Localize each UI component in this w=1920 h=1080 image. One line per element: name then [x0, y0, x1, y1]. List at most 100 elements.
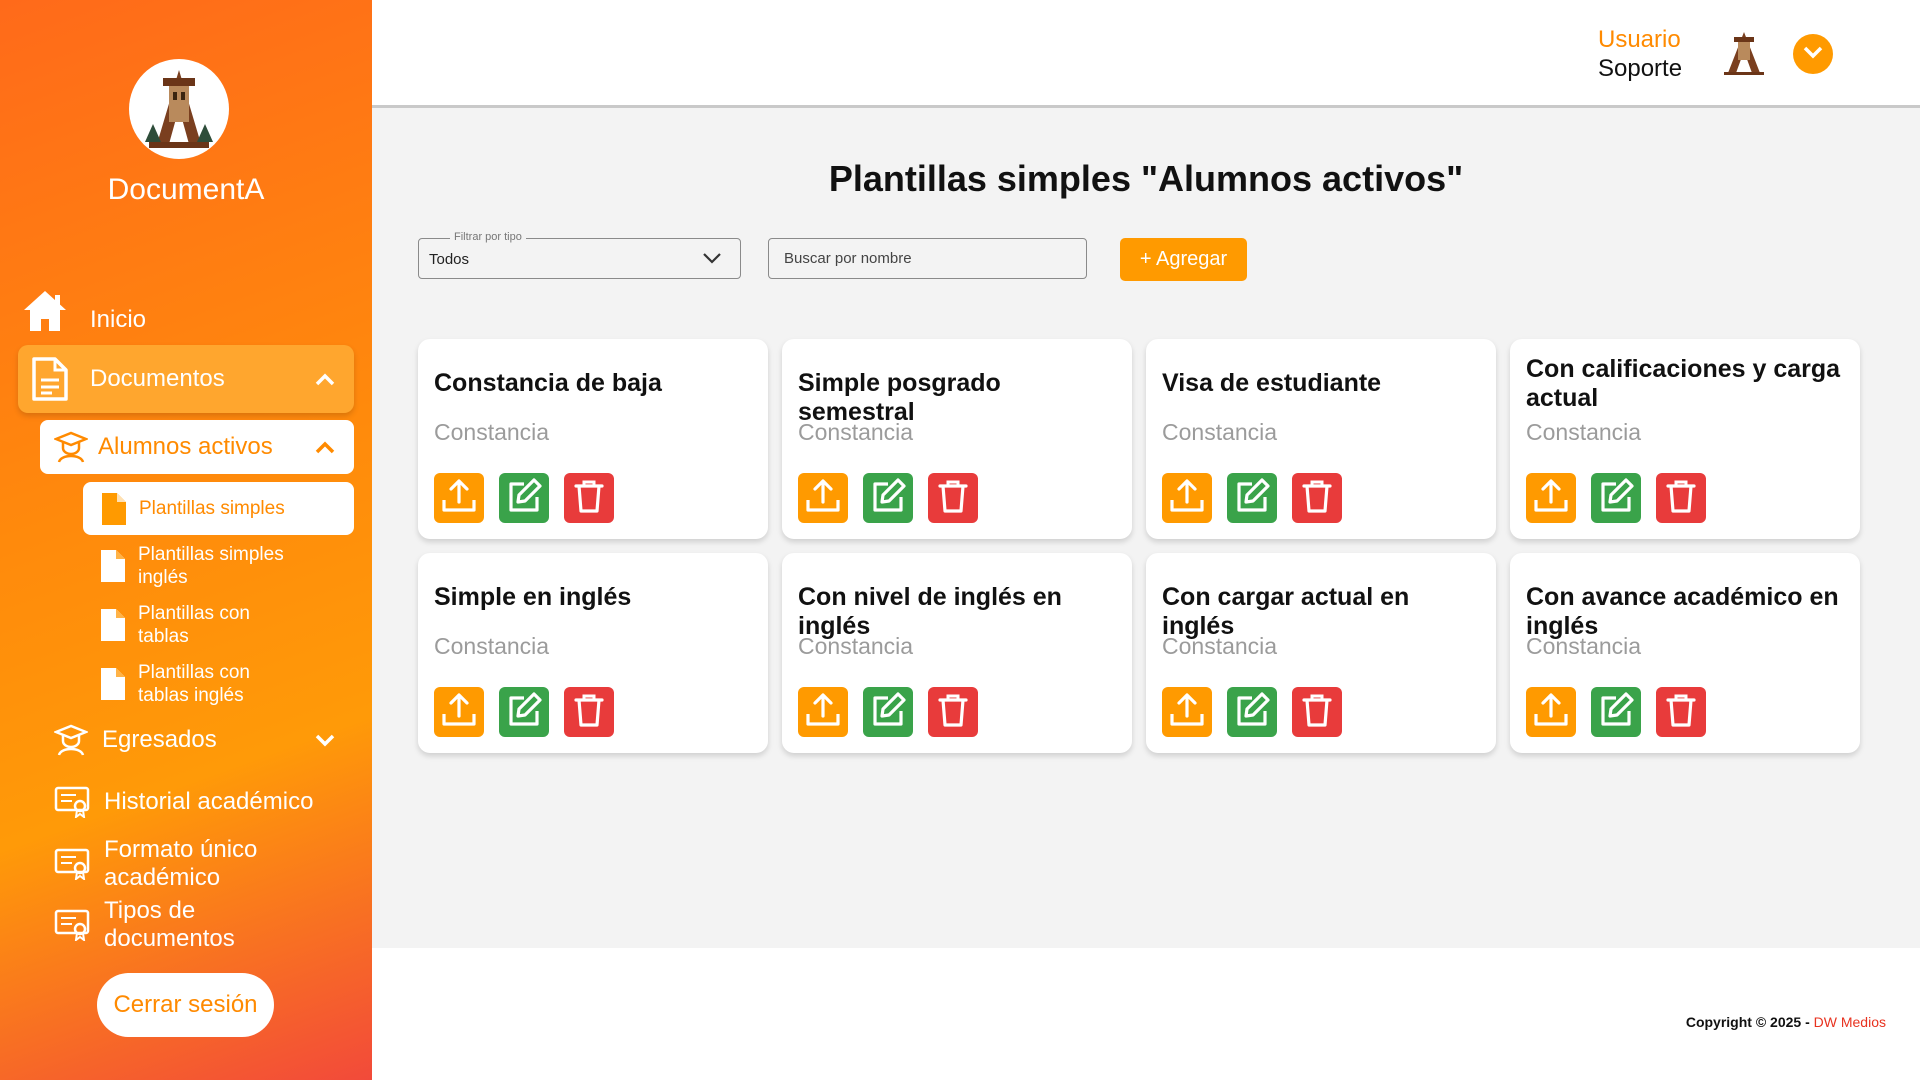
nav-tipos-documentos[interactable]: Tipos de documentos: [54, 897, 264, 953]
copyright-text: Copyright © 2025 -: [1685, 1014, 1814, 1030]
nav-formato-unico[interactable]: Formato único académico: [54, 836, 284, 892]
top-header: [372, 0, 1920, 108]
edit-button[interactable]: [1227, 687, 1277, 737]
edit-button[interactable]: [863, 687, 913, 737]
card-actions: [434, 687, 614, 737]
trash-icon: [937, 478, 969, 519]
edit-icon: [868, 476, 908, 521]
delete-button[interactable]: [1656, 687, 1706, 737]
nav-plantillas-con-tablas[interactable]: Plantillas con tablas: [100, 602, 278, 648]
file-icon: [100, 549, 126, 583]
upload-button[interactable]: [798, 473, 848, 523]
card-type: Constancia: [1526, 419, 1642, 445]
trash-icon: [573, 692, 605, 733]
upload-button[interactable]: [1162, 687, 1212, 737]
nav-inicio[interactable]: Inicio: [22, 288, 146, 334]
edit-icon: [868, 690, 908, 735]
upload-button[interactable]: [798, 687, 848, 737]
chevron-down-icon: [702, 251, 722, 270]
filter-select[interactable]: Todos: [418, 238, 741, 279]
file-icon: [100, 608, 126, 642]
page-title: Plantillas simples "Alumnos activos": [828, 158, 1464, 199]
edit-button[interactable]: [499, 473, 549, 523]
user-role: Usuario: [1598, 26, 1681, 53]
nav-alumnos-label: Alumnos activos: [98, 433, 273, 460]
search-input[interactable]: [768, 238, 1087, 279]
nav-plantillas-simples-ingles[interactable]: Plantillas simples inglés: [100, 543, 308, 589]
upload-button[interactable]: [1526, 473, 1576, 523]
upload-icon: [1531, 476, 1571, 521]
nav-egresados[interactable]: Egresados: [54, 724, 354, 756]
card-actions: [1162, 473, 1342, 523]
template-card: Simple posgrado semestral Constancia: [782, 339, 1132, 539]
delete-button[interactable]: [1292, 473, 1342, 523]
delete-button[interactable]: [1656, 473, 1706, 523]
upload-icon: [803, 690, 843, 735]
delete-button[interactable]: [1292, 687, 1342, 737]
user-menu-button[interactable]: [1793, 34, 1833, 74]
template-card: Constancia de baja Constancia: [418, 339, 768, 539]
copyright: Copyright © 2025 - DW Medios: [1686, 1014, 1886, 1030]
trash-icon: [1301, 478, 1333, 519]
card-actions: [798, 473, 978, 523]
trash-icon: [1301, 692, 1333, 733]
delete-button[interactable]: [564, 687, 614, 737]
delete-button[interactable]: [928, 473, 978, 523]
card-type: Constancia: [1162, 633, 1278, 659]
edit-icon: [1232, 476, 1272, 521]
edit-button[interactable]: [1227, 473, 1277, 523]
trash-icon: [1665, 478, 1697, 519]
card-actions: [1526, 473, 1706, 523]
edit-button[interactable]: [1591, 473, 1641, 523]
user-name: Soporte: [1598, 55, 1683, 82]
graduate-icon: [54, 724, 88, 756]
delete-button[interactable]: [928, 687, 978, 737]
upload-icon: [803, 476, 843, 521]
graduate-icon: [54, 431, 88, 463]
nav-plantillas-simples[interactable]: Plantillas simples: [83, 482, 354, 535]
edit-icon: [504, 476, 544, 521]
filter-value: Todos: [429, 251, 470, 268]
submenu-label: Plantillas con tablas inglés: [138, 662, 250, 706]
logout-button[interactable]: Cerrar sesión: [97, 973, 274, 1037]
trash-icon: [573, 478, 605, 519]
certificate-icon: [54, 909, 90, 941]
nav-inicio-label: Inicio: [90, 306, 147, 333]
edit-icon: [504, 690, 544, 735]
delete-button[interactable]: [564, 473, 614, 523]
card-actions: [1526, 687, 1706, 737]
submenu-label: Plantillas simples: [139, 497, 285, 519]
nav-alumnos-activos[interactable]: Alumnos activos: [40, 420, 354, 474]
card-type: Constancia: [1526, 633, 1642, 659]
upload-button[interactable]: [434, 687, 484, 737]
footer-brand-link[interactable]: DW Medios: [1814, 1014, 1886, 1030]
template-card: Visa de estudiante Constancia: [1146, 339, 1496, 539]
upload-icon: [1531, 690, 1571, 735]
edit-icon: [1596, 476, 1636, 521]
home-icon: [22, 289, 68, 333]
upload-icon: [439, 690, 479, 735]
avatar[interactable]: [1720, 29, 1768, 77]
nav-plantillas-con-tablas-ingles[interactable]: Plantillas con tablas inglés: [100, 661, 278, 707]
upload-button[interactable]: [434, 473, 484, 523]
edit-icon: [1596, 690, 1636, 735]
upload-button[interactable]: [1162, 473, 1212, 523]
add-button[interactable]: + Agregar: [1120, 238, 1247, 281]
chevron-up-icon: [314, 365, 336, 393]
edit-button[interactable]: [863, 473, 913, 523]
upload-button[interactable]: [1526, 687, 1576, 737]
app-name: DocumentA: [107, 173, 265, 206]
nav-historial-academico[interactable]: Historial académico: [54, 786, 313, 818]
upload-icon: [1167, 690, 1207, 735]
edit-icon: [1232, 690, 1272, 735]
nav-tipos-label: Tipos de documentos: [104, 897, 235, 952]
edit-button[interactable]: [499, 687, 549, 737]
edit-button[interactable]: [1591, 687, 1641, 737]
logo: [129, 59, 229, 159]
nav-formato-label: Formato único académico: [104, 836, 258, 891]
chevron-up-icon: [314, 433, 336, 461]
nav-egresados-label: Egresados: [102, 726, 217, 753]
nav-documentos-label: Documentos: [90, 365, 225, 392]
submenu-label: Plantillas con tablas: [138, 603, 250, 647]
nav-documentos[interactable]: Documentos: [18, 345, 354, 413]
